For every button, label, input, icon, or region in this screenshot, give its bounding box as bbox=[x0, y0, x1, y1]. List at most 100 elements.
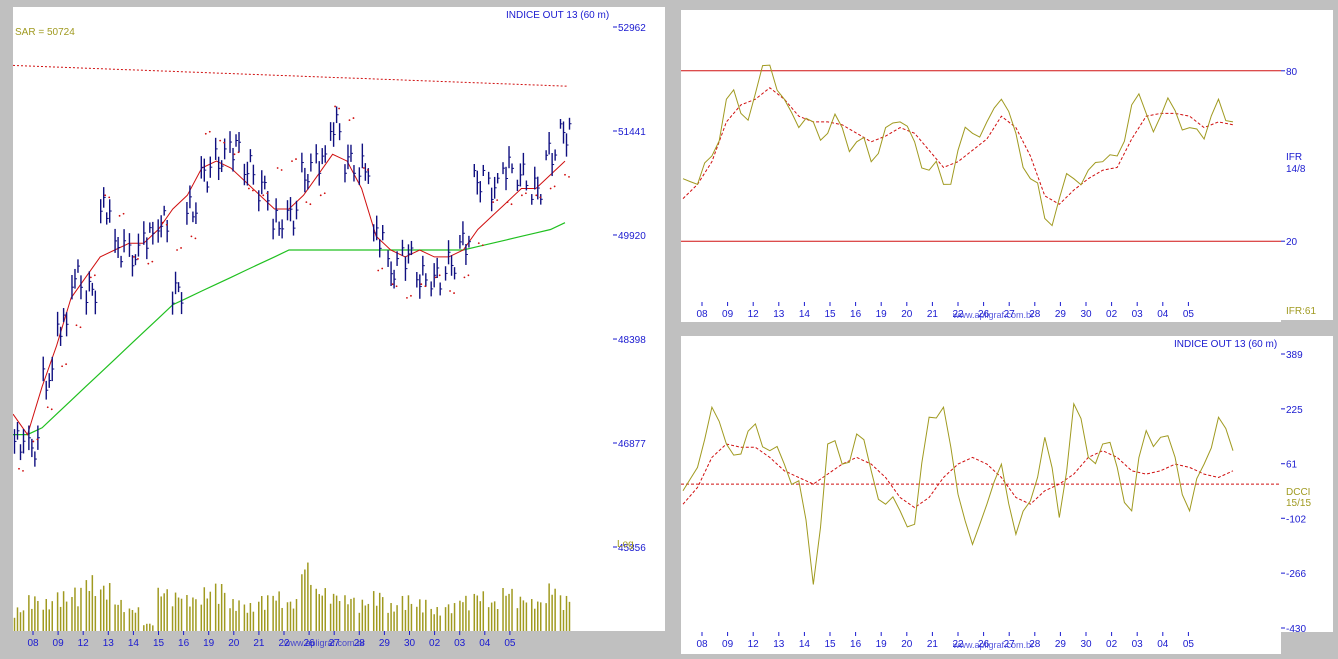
sar-dot bbox=[208, 130, 211, 133]
sar-dot bbox=[65, 363, 68, 366]
sar-dot bbox=[50, 408, 53, 411]
sar-dot bbox=[434, 276, 437, 279]
dcci-signal-line bbox=[682, 443, 1234, 509]
sar-dot bbox=[204, 132, 207, 135]
sar-dot bbox=[89, 276, 92, 279]
sar-dot bbox=[219, 139, 222, 142]
price-y-axis: 52962 51441 49920 48398 46877 45356 bbox=[613, 7, 665, 631]
sar-dot bbox=[438, 274, 441, 277]
sar-dot bbox=[122, 212, 125, 215]
y-tick-label: 49920 bbox=[618, 231, 646, 242]
sar-dot bbox=[520, 194, 523, 197]
x-tick-label: 30 bbox=[404, 638, 416, 649]
x-tick-label: 13 bbox=[773, 639, 785, 650]
x-tick-label: 19 bbox=[203, 638, 215, 649]
x-tick-label: 15 bbox=[824, 309, 836, 320]
y-tick-label: 61 bbox=[1286, 460, 1298, 471]
sar-dot bbox=[348, 119, 351, 122]
y-tick-label: -102 bbox=[1286, 514, 1306, 525]
sar-dot bbox=[449, 290, 451, 292]
x-tick-label: 14 bbox=[799, 309, 811, 320]
x-tick-label: 13 bbox=[773, 309, 785, 320]
x-tick-label: 12 bbox=[78, 638, 90, 649]
y-tick-label: 20 bbox=[1286, 237, 1298, 248]
x-tick-label: 21 bbox=[927, 309, 939, 320]
x-tick-label: 03 bbox=[1132, 639, 1144, 650]
dcci-y-axis: 389 225 61 -102 -266 -430 bbox=[1281, 336, 1333, 635]
sar-dot bbox=[395, 285, 398, 288]
x-tick-label: 29 bbox=[379, 638, 391, 649]
sar-dot bbox=[334, 105, 337, 108]
price-chart-panel bbox=[13, 7, 613, 631]
sar-dot bbox=[137, 258, 139, 260]
x-tick-label: 02 bbox=[1106, 309, 1118, 320]
ifr-line bbox=[682, 64, 1234, 227]
sar-dot bbox=[79, 326, 82, 329]
sar-dot bbox=[118, 214, 121, 217]
x-tick-label: 05 bbox=[504, 638, 516, 649]
sar-dot bbox=[553, 185, 556, 188]
y-tick-label: -266 bbox=[1286, 569, 1306, 580]
x-tick-label: 12 bbox=[748, 639, 760, 650]
sar-dot bbox=[496, 199, 499, 202]
dcci-line bbox=[682, 402, 1234, 585]
sar-dot bbox=[108, 196, 111, 199]
x-tick-label: 20 bbox=[901, 639, 913, 650]
dcci-indicator-label: DCCI bbox=[1286, 487, 1311, 498]
x-tick-label: 21 bbox=[253, 638, 265, 649]
y-tick-label: 51441 bbox=[618, 127, 646, 138]
x-tick-label: 19 bbox=[876, 309, 888, 320]
sar-dot bbox=[180, 247, 182, 249]
sar-dot bbox=[539, 196, 542, 199]
x-tick-label: 30 bbox=[1080, 639, 1092, 650]
sar-dot bbox=[352, 117, 355, 119]
ifr-readout: IFR:61 bbox=[1286, 306, 1317, 317]
watermark-main: www.apligraf.com.br bbox=[284, 638, 366, 648]
x-tick-label: 03 bbox=[1132, 309, 1144, 320]
sar-dot bbox=[165, 223, 168, 226]
sar-readout: SAR = 50724 bbox=[15, 27, 75, 38]
sar-dot bbox=[251, 189, 254, 192]
sar-dot bbox=[305, 201, 308, 204]
sar-dot bbox=[280, 169, 283, 171]
sar-dot bbox=[18, 467, 20, 470]
x-tick-label: 12 bbox=[748, 309, 760, 320]
sar-dot bbox=[323, 192, 326, 195]
x-tick-label: 16 bbox=[850, 639, 862, 650]
sar-dot bbox=[247, 187, 250, 190]
sar-dot bbox=[32, 440, 35, 443]
sar-dot bbox=[377, 269, 380, 272]
sar-dot bbox=[190, 235, 193, 238]
sar-dot bbox=[276, 167, 279, 169]
x-tick-label: 21 bbox=[927, 639, 939, 650]
sar-dot bbox=[535, 194, 538, 197]
x-tick-label: 08 bbox=[696, 309, 708, 320]
sar-dot bbox=[133, 255, 135, 258]
sar-dot bbox=[93, 274, 96, 277]
dcci-chart-title: INDICE OUT 13 (60 m) bbox=[1174, 339, 1278, 350]
y-tick-label: 225 bbox=[1286, 405, 1303, 416]
x-tick-label: 29 bbox=[1055, 639, 1067, 650]
x-tick-label: 15 bbox=[153, 638, 165, 649]
sar-dot bbox=[295, 158, 297, 160]
ifr-signal-line bbox=[682, 87, 1234, 205]
dcci-panel bbox=[681, 336, 1281, 632]
sar-dot bbox=[463, 276, 466, 279]
sar-dot bbox=[46, 406, 49, 409]
chart-window: 52962 51441 49920 48398 46877 45356 08 09 12 13 1… bbox=[0, 0, 1338, 658]
x-tick-label: 14 bbox=[128, 638, 140, 649]
y-tick-label: 80 bbox=[1286, 67, 1298, 78]
ifr-indicator-label: IFR bbox=[1286, 152, 1303, 163]
long-ma-line bbox=[13, 222, 566, 436]
sar-dot bbox=[453, 292, 455, 294]
x-tick-label: 09 bbox=[722, 639, 734, 650]
sar-dot bbox=[291, 160, 293, 163]
x-tick-label: 14 bbox=[799, 639, 811, 650]
sar-dot bbox=[420, 283, 423, 286]
sar-dot bbox=[319, 194, 322, 197]
sar-dot bbox=[262, 194, 265, 197]
x-tick-label: 08 bbox=[27, 638, 39, 649]
x-tick-label: 19 bbox=[876, 639, 888, 650]
x-tick-label: 29 bbox=[1055, 309, 1067, 320]
x-tick-label: 16 bbox=[178, 638, 190, 649]
